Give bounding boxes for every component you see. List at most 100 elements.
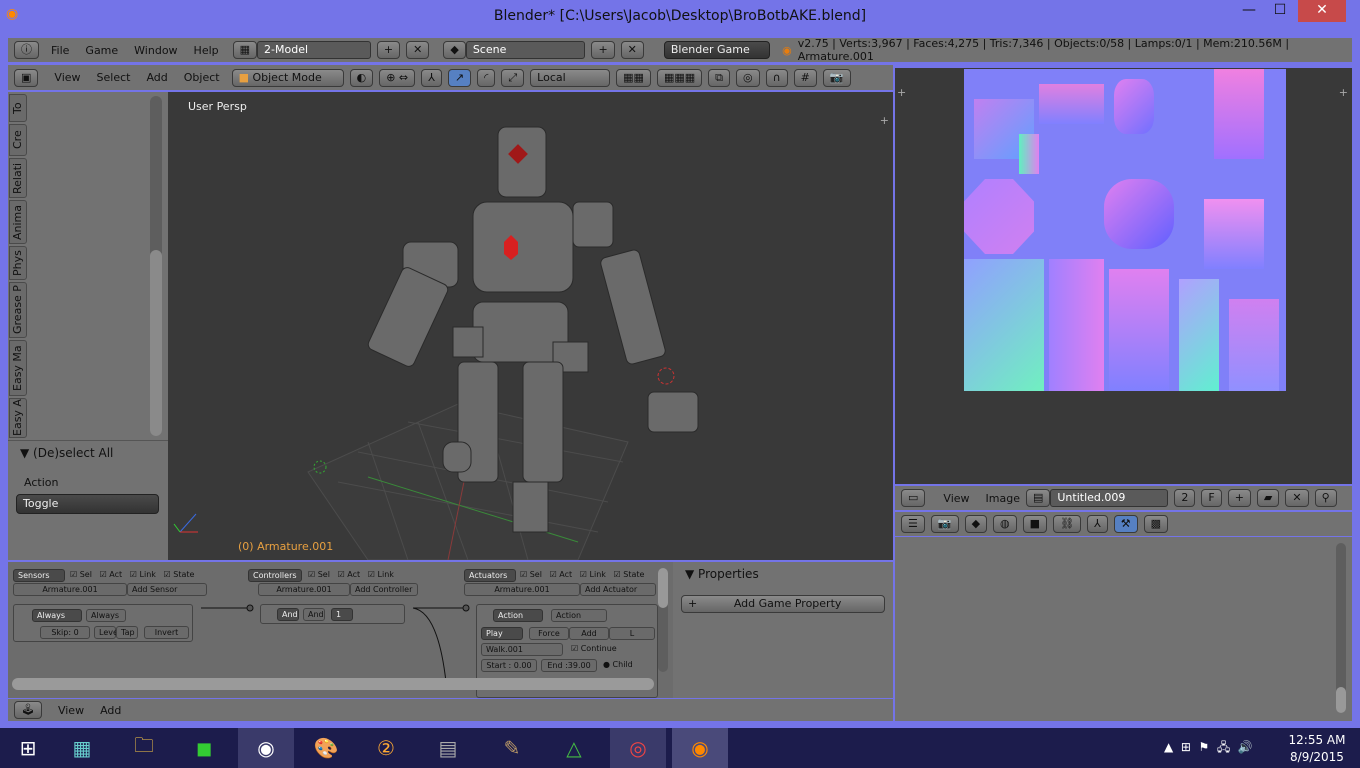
layers-icon[interactable]: ▦▦ [616,68,651,87]
snap-element-icon[interactable]: # [793,68,817,87]
add-scene-button[interactable]: + [591,41,615,59]
screen-field[interactable]: 2-Model [257,41,371,59]
manipulator-toggle[interactable]: ⅄ [421,68,442,87]
delete-screen-button[interactable]: ✕ [406,41,430,59]
close-button[interactable]: ✕ [1298,0,1346,22]
continue-checkbox[interactable]: ☑ Continue [571,644,617,653]
mode-select[interactable]: ■ Object Mode [231,68,344,87]
store-icon[interactable]: ◼ [176,728,232,768]
lock-layers-icon[interactable]: ⧉ [708,68,730,87]
world-tab-icon[interactable]: ◍ [993,515,1017,533]
calculator-icon[interactable]: ▦ [54,728,110,768]
clock[interactable]: 12:55 AM 8/9/2015 [1282,733,1352,764]
tab-physics[interactable]: Phys [9,246,27,280]
image-browse-icon[interactable]: ▤ [1025,489,1051,507]
add-actuator-select[interactable]: Add Actuator [580,583,656,596]
start-frame-field[interactable]: Start : 0.00 [481,659,537,672]
tab-tools[interactable]: To [9,94,27,122]
action-select[interactable]: Toggle [16,494,159,514]
texture-tab-icon[interactable]: ▩ [1143,515,1169,533]
data-tab-icon[interactable]: ⅄ [1087,515,1108,533]
snap-icon[interactable]: ∩ [765,68,788,87]
properties-panel-title[interactable]: ▼ Properties [685,567,759,581]
delete-scene-button[interactable]: ✕ [620,41,644,59]
pin-icon[interactable]: ⚲ [1314,489,1337,507]
app-2-icon[interactable]: ② [358,728,414,768]
menu-add[interactable]: Add [146,71,167,84]
tab-easy-ma[interactable]: Easy Ma [9,340,27,396]
add-button[interactable]: Add [569,627,609,640]
end-frame-field[interactable]: End :39.00 [541,659,597,672]
actuators-object[interactable]: Armature.001 [464,583,580,596]
menu-game[interactable]: Game [85,44,118,57]
file-explorer-icon[interactable]: 🗀 [116,728,172,768]
bone-tab-icon[interactable]: ⚒ [1113,515,1138,533]
3d-viewport[interactable]: User Persp (0) Armature.001 + [168,92,893,560]
tab-relations[interactable]: Relati [9,158,27,198]
paint-icon[interactable]: 🎨 [298,728,354,768]
menu-file[interactable]: File [51,44,69,57]
menu-image[interactable]: Image [986,492,1020,505]
editor-type-logic-icon[interactable]: 🕹 [14,701,42,719]
menu-object[interactable]: Object [184,71,220,84]
toolshelf-toggle-icon[interactable]: + [897,86,906,99]
play-mode-select[interactable]: Play [481,627,523,640]
render-tab-icon[interactable]: 📷 [930,515,959,533]
translate-icon[interactable]: ↗ [447,68,472,87]
tray-icons[interactable]: ▲ ⊞ ⚑ 🖧 🔊 [1164,738,1253,759]
scrollbar[interactable] [658,568,668,672]
constraints-tab-icon[interactable]: ⛓ [1053,515,1082,533]
minimize-button[interactable]: — [1235,0,1263,22]
menu-help[interactable]: Help [194,44,219,57]
menu-window[interactable]: Window [134,44,177,57]
image-editor[interactable]: + + [895,68,1352,484]
scene-icon[interactable]: ◆ [443,41,466,59]
screen-layout-icon[interactable]: ▦ [232,41,258,59]
scrollbar[interactable] [150,96,162,436]
obs-icon[interactable]: ◉ [238,728,294,768]
scene-tab-icon[interactable]: ◆ [964,515,988,533]
menu-view[interactable]: View [943,492,969,505]
actuators-filters[interactable]: ☑ Sel ☑ Act ☑ Link ☑ State [520,570,644,579]
menu-view[interactable]: View [54,71,80,84]
add-screen-button[interactable]: + [376,41,401,59]
editor-type-info-icon[interactable]: ⓘ [14,41,39,59]
unlink-image-button[interactable]: ✕ [1285,489,1309,507]
render-engine-select[interactable]: Blender Game [663,41,771,59]
properties-toggle-icon[interactable]: + [1339,86,1348,99]
new-image-button[interactable]: + [1227,489,1251,507]
start-button[interactable]: ⊞ [0,728,56,768]
orientation-select[interactable]: Local [530,68,611,87]
action-field[interactable]: Walk.001 [481,643,563,656]
editor-type-3d-icon[interactable]: ▣ [14,68,39,87]
render-icon[interactable]: 📷 [822,68,851,87]
image-users[interactable]: 2 [1174,489,1196,507]
tab-grease-pencil[interactable]: Grease P [9,282,27,338]
editor-type-properties-icon[interactable]: ☰ [901,515,925,533]
child-checkbox[interactable]: ● Child [603,660,633,669]
properties-toggle-icon[interactable]: + [880,114,889,127]
wall-app-icon[interactable]: ▤ [420,728,476,768]
scrollbar[interactable] [1336,543,1346,713]
google-drive-icon[interactable]: △ [546,728,602,768]
fake-user-button[interactable]: F [1201,489,1222,507]
object-tab-icon[interactable]: ■ [1022,515,1048,533]
menu-select[interactable]: Select [97,71,131,84]
gimp-icon[interactable]: ✎ [484,728,540,768]
horizontal-scrollbar[interactable] [12,678,654,690]
proportional-icon[interactable]: ◎ [736,68,760,87]
force-button[interactable]: Force [529,627,569,640]
maximize-button[interactable]: ☐ [1266,0,1294,22]
layers2-icon[interactable]: ▦▦▦ [656,68,703,87]
editor-type-image-icon[interactable]: ▭ [901,489,926,507]
local-button[interactable]: L [609,627,655,640]
operator-panel-title[interactable]: ▼ (De)select All [20,446,113,460]
actuator-name-field[interactable]: Action [551,609,607,622]
pivot-select[interactable]: ⊕ ⇔ [379,68,416,87]
tab-easy-a[interactable]: Easy A [9,398,27,438]
tab-create[interactable]: Cre [9,124,27,156]
shading-select[interactable]: ◐ [349,68,374,87]
scene-field[interactable]: Scene [465,41,586,59]
open-image-button[interactable]: ▰ [1256,489,1280,507]
tab-animation[interactable]: Anima [9,200,27,244]
